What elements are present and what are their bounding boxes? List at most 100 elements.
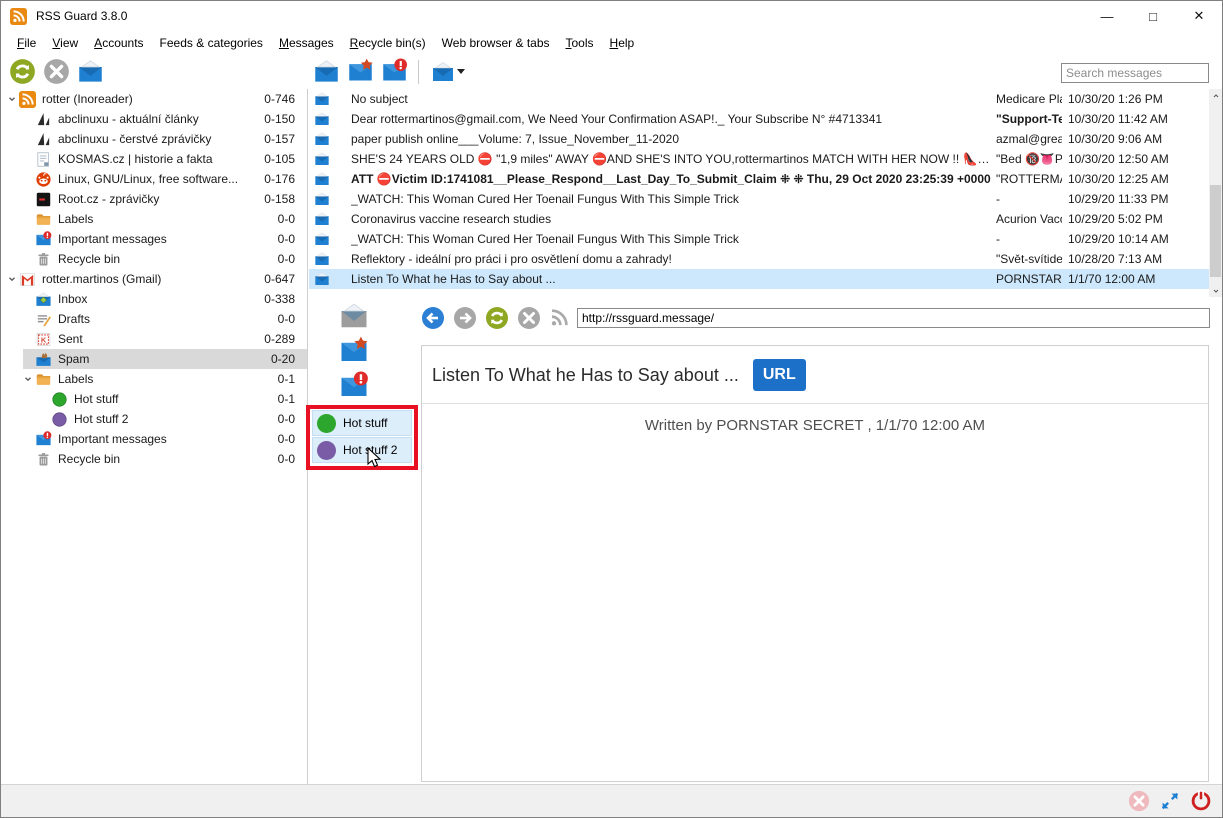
message-toolbar [313,58,467,85]
reload-button[interactable] [485,306,509,330]
menu-accounts[interactable]: Accounts [86,33,151,53]
message-list-scrollbar[interactable] [1209,89,1222,297]
feed-row-abclinuxu-aktu-ln-l-nky[interactable]: abclinuxu - aktuální články0-150 [1,109,307,129]
message-row[interactable]: paper publish online___Volume: 7, Issue_… [309,129,1222,149]
tree-expander-icon[interactable] [21,374,35,384]
message-row[interactable]: Dear rottermartinos@gmail.com, We Need Y… [309,109,1222,129]
reddit-icon [35,171,52,188]
mail-open-icon [314,191,330,207]
titlebar: RSS Guard 3.8.0 — □ ✕ [1,1,1222,31]
message-date: 10/30/20 12:50 AM [1062,152,1208,166]
feed-row-rotter-inoreader[interactable]: rotter (Inoreader)0-746 [1,89,307,109]
article-byline: Written by PORNSTAR SECRET , 1/1/70 12:0… [422,404,1208,434]
menu-feeds-categories[interactable]: Feeds & categories [152,33,271,53]
url-input[interactable] [577,308,1210,328]
label-button-hot-stuff-2[interactable]: Hot stuff 2 [312,437,412,463]
fullscreen-button[interactable] [1159,790,1181,812]
feed-row-labels[interactable]: Labels0-1 [1,369,307,389]
mark-message-read-button[interactable] [313,58,340,85]
message-row[interactable]: No subjectMedicare Plan <e...10/30/20 1:… [309,89,1222,109]
message-vertical-toolbar [339,303,369,399]
message-date: 1/1/70 12:00 AM [1062,272,1208,286]
feed-unread-count: 0-289 [258,332,307,346]
stop-loading-button[interactable] [517,306,541,330]
scroll-up-button[interactable] [1209,89,1222,102]
menu-view[interactable]: View [44,33,86,53]
back-button[interactable] [421,306,445,330]
message-sender: - [996,232,1062,246]
article-header: Listen To What he Has to Say about ... U… [422,346,1208,404]
mark-important-button[interactable] [347,58,374,85]
menu-file[interactable]: File [9,33,44,53]
mail-open-icon [314,171,330,187]
window-title: RSS Guard 3.8.0 [36,9,127,23]
feed-label: rotter.martinos (Gmail) [42,272,258,286]
search-input[interactable] [1061,63,1209,83]
dot-green-icon [51,391,68,408]
message-row[interactable]: Coronavirus vaccine research studiesAcur… [309,209,1222,229]
minimize-button[interactable]: — [1084,1,1130,31]
feed-row-sent[interactable]: KSent0-289 [1,329,307,349]
mark-feeds-read-button[interactable] [77,58,104,85]
tree-expander-icon[interactable] [5,274,19,284]
menu-web-browser-tabs[interactable]: Web browser & tabs [434,33,558,53]
menu-messages[interactable]: Messages [271,33,342,53]
message-row[interactable]: _WATCH: This Woman Cured Her Toenail Fun… [309,229,1222,249]
message-row[interactable]: ATT ⛔Victim ID:1741081__Please_Respond__… [309,169,1222,189]
scrollbar-thumb[interactable] [1210,185,1221,277]
toggle-read-button[interactable] [339,303,369,329]
feed-row-recycle-bin[interactable]: Recycle bin0-0 [1,249,307,269]
feed-label: Sent [58,332,258,346]
menu-tools[interactable]: Tools [558,33,602,53]
quit-button[interactable] [1190,790,1212,812]
feed-row-drafts[interactable]: Drafts0-0 [1,309,307,329]
open-url-button[interactable]: URL [753,359,806,391]
chevron-up-icon [1212,92,1220,100]
menu-help[interactable]: Help [602,33,643,53]
feed-row-rotter-martinos-gmail[interactable]: rotter.martinos (Gmail)0-647 [1,269,307,289]
feed-row-linux-gnu-linux-free-software[interactable]: Linux, GNU/Linux, free software...0-176 [1,169,307,189]
feed-row-inbox[interactable]: Inbox0-338 [1,289,307,309]
menu-recycle-bin-s[interactable]: Recycle bin(s) [342,33,434,53]
toolbar-separator [418,60,419,84]
forward-button[interactable] [453,306,477,330]
feed-row-important-messages[interactable]: Important messages0-0 [1,229,307,249]
close-button[interactable]: ✕ [1176,1,1222,31]
browser-nav-bar [421,306,1210,330]
feed-label: Hot stuff 2 [74,412,272,426]
mark-unread-button[interactable] [381,58,408,85]
scroll-down-button[interactable] [1209,284,1222,297]
refresh-icon [485,306,509,330]
tree-expander-icon[interactable] [5,94,19,104]
feed-row-abclinuxu-erstv-zpr-vi-ky[interactable]: abclinuxu - čerstvé zprávičky0-157 [1,129,307,149]
toggle-important-button[interactable] [339,338,369,364]
feed-row-spam[interactable]: Spam0-20 [1,349,307,369]
message-date: 10/30/20 12:25 AM [1062,172,1208,186]
feed-row-hot-stuff-2[interactable]: Hot stuff 20-0 [1,409,307,429]
message-row[interactable]: Listen To What he Has to Say about ...PO… [309,269,1222,289]
stop-refresh-button[interactable] [43,58,70,85]
kosmas-icon [35,151,52,168]
message-list: No subjectMedicare Plan <e...10/30/20 1:… [309,89,1222,297]
message-subject: No subject [351,92,996,106]
message-date: 10/30/20 11:42 AM [1062,112,1208,126]
rss-gray-icon [549,308,569,328]
label-button-hot-stuff[interactable]: Hot stuff [312,410,412,436]
message-row[interactable]: _WATCH: This Woman Cured Her Toenail Fun… [309,189,1222,209]
message-sender: PORNSTAR SECR... [996,272,1062,286]
feed-row-kosmas-cz-historie-a-fakta[interactable]: KOSMAS.cz | historie a fakta0-105 [1,149,307,169]
message-row[interactable]: SHE'S 24 YEARS OLD ⛔ "1,9 miles" AWAY ⛔A… [309,149,1222,169]
feed-label: Hot stuff [74,392,272,406]
toggle-unread-button[interactable] [339,373,369,399]
refresh-feeds-button[interactable] [9,58,36,85]
feed-row-labels[interactable]: Labels0-0 [1,209,307,229]
feed-row-important-messages[interactable]: Important messages0-0 [1,429,307,449]
feed-row-hot-stuff[interactable]: Hot stuff0-1 [1,389,307,409]
feed-row-recycle-bin[interactable]: Recycle bin0-0 [1,449,307,469]
message-row[interactable]: Reflektory - ideální pro práci i pro osv… [309,249,1222,269]
mark-read-dropdown-button[interactable] [429,58,467,85]
maximize-button[interactable]: □ [1130,1,1176,31]
feed-unread-count: 0-0 [272,232,307,246]
power-icon [1190,790,1212,812]
feed-row-root-cz-zpr-vi-ky[interactable]: Root.cz - zprávičky0-158 [1,189,307,209]
